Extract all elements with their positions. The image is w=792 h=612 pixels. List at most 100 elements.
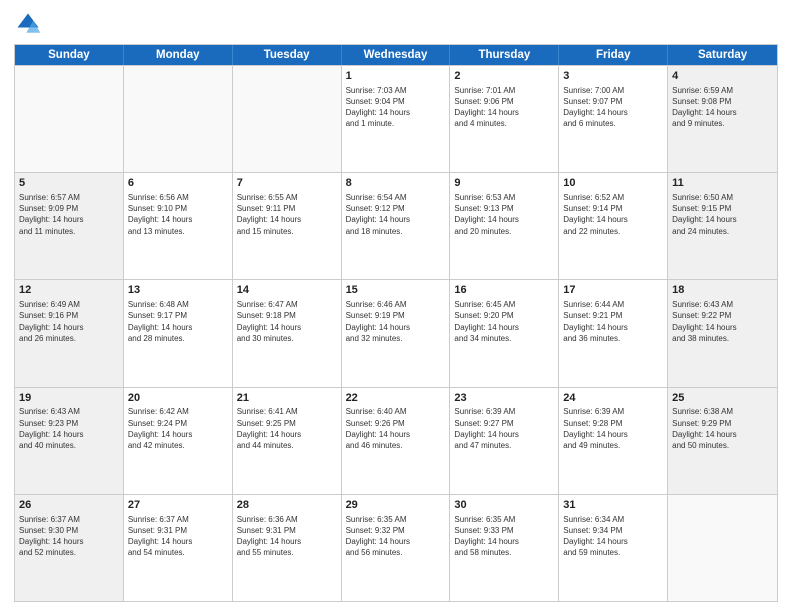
header-day-friday: Friday <box>559 45 668 65</box>
calendar: SundayMondayTuesdayWednesdayThursdayFrid… <box>14 44 778 602</box>
day-cell-27: 27Sunrise: 6:37 AM Sunset: 9:31 PM Dayli… <box>124 495 233 601</box>
day-number: 31 <box>563 498 663 513</box>
day-info: Sunrise: 6:54 AM Sunset: 9:12 PM Dayligh… <box>346 192 446 237</box>
day-number: 14 <box>237 283 337 298</box>
day-cell-2: 2Sunrise: 7:01 AM Sunset: 9:06 PM Daylig… <box>450 66 559 172</box>
day-info: Sunrise: 6:40 AM Sunset: 9:26 PM Dayligh… <box>346 406 446 451</box>
day-info: Sunrise: 6:52 AM Sunset: 9:14 PM Dayligh… <box>563 192 663 237</box>
day-number: 12 <box>19 283 119 298</box>
day-info: Sunrise: 6:46 AM Sunset: 9:19 PM Dayligh… <box>346 299 446 344</box>
header-day-monday: Monday <box>124 45 233 65</box>
day-number: 20 <box>128 391 228 406</box>
header-day-saturday: Saturday <box>668 45 777 65</box>
day-cell-25: 25Sunrise: 6:38 AM Sunset: 9:29 PM Dayli… <box>668 388 777 494</box>
day-number: 13 <box>128 283 228 298</box>
header-day-sunday: Sunday <box>15 45 124 65</box>
day-info: Sunrise: 6:44 AM Sunset: 9:21 PM Dayligh… <box>563 299 663 344</box>
day-number: 3 <box>563 69 663 84</box>
day-number: 24 <box>563 391 663 406</box>
day-info: Sunrise: 6:37 AM Sunset: 9:30 PM Dayligh… <box>19 514 119 559</box>
day-cell-29: 29Sunrise: 6:35 AM Sunset: 9:32 PM Dayli… <box>342 495 451 601</box>
day-info: Sunrise: 6:57 AM Sunset: 9:09 PM Dayligh… <box>19 192 119 237</box>
day-info: Sunrise: 6:42 AM Sunset: 9:24 PM Dayligh… <box>128 406 228 451</box>
day-cell-17: 17Sunrise: 6:44 AM Sunset: 9:21 PM Dayli… <box>559 280 668 386</box>
day-info: Sunrise: 6:35 AM Sunset: 9:32 PM Dayligh… <box>346 514 446 559</box>
day-number: 22 <box>346 391 446 406</box>
calendar-body: 1Sunrise: 7:03 AM Sunset: 9:04 PM Daylig… <box>15 65 777 601</box>
day-cell-9: 9Sunrise: 6:53 AM Sunset: 9:13 PM Daylig… <box>450 173 559 279</box>
day-cell-10: 10Sunrise: 6:52 AM Sunset: 9:14 PM Dayli… <box>559 173 668 279</box>
day-info: Sunrise: 6:55 AM Sunset: 9:11 PM Dayligh… <box>237 192 337 237</box>
day-cell-14: 14Sunrise: 6:47 AM Sunset: 9:18 PM Dayli… <box>233 280 342 386</box>
day-cell-1: 1Sunrise: 7:03 AM Sunset: 9:04 PM Daylig… <box>342 66 451 172</box>
day-info: Sunrise: 7:01 AM Sunset: 9:06 PM Dayligh… <box>454 85 554 130</box>
day-cell-16: 16Sunrise: 6:45 AM Sunset: 9:20 PM Dayli… <box>450 280 559 386</box>
empty-cell <box>668 495 777 601</box>
day-cell-28: 28Sunrise: 6:36 AM Sunset: 9:31 PM Dayli… <box>233 495 342 601</box>
day-info: Sunrise: 6:37 AM Sunset: 9:31 PM Dayligh… <box>128 514 228 559</box>
day-number: 23 <box>454 391 554 406</box>
day-info: Sunrise: 7:00 AM Sunset: 9:07 PM Dayligh… <box>563 85 663 130</box>
day-number: 15 <box>346 283 446 298</box>
empty-cell <box>124 66 233 172</box>
logo-icon <box>14 10 42 38</box>
day-number: 17 <box>563 283 663 298</box>
day-number: 1 <box>346 69 446 84</box>
day-cell-18: 18Sunrise: 6:43 AM Sunset: 9:22 PM Dayli… <box>668 280 777 386</box>
day-number: 5 <box>19 176 119 191</box>
day-info: Sunrise: 6:43 AM Sunset: 9:23 PM Dayligh… <box>19 406 119 451</box>
day-cell-20: 20Sunrise: 6:42 AM Sunset: 9:24 PM Dayli… <box>124 388 233 494</box>
day-info: Sunrise: 6:41 AM Sunset: 9:25 PM Dayligh… <box>237 406 337 451</box>
header-day-wednesday: Wednesday <box>342 45 451 65</box>
day-info: Sunrise: 6:43 AM Sunset: 9:22 PM Dayligh… <box>672 299 773 344</box>
day-number: 29 <box>346 498 446 513</box>
day-number: 16 <box>454 283 554 298</box>
day-info: Sunrise: 7:03 AM Sunset: 9:04 PM Dayligh… <box>346 85 446 130</box>
day-cell-15: 15Sunrise: 6:46 AM Sunset: 9:19 PM Dayli… <box>342 280 451 386</box>
day-info: Sunrise: 6:39 AM Sunset: 9:27 PM Dayligh… <box>454 406 554 451</box>
day-info: Sunrise: 6:56 AM Sunset: 9:10 PM Dayligh… <box>128 192 228 237</box>
empty-cell <box>15 66 124 172</box>
day-number: 9 <box>454 176 554 191</box>
day-cell-30: 30Sunrise: 6:35 AM Sunset: 9:33 PM Dayli… <box>450 495 559 601</box>
day-number: 25 <box>672 391 773 406</box>
day-number: 18 <box>672 283 773 298</box>
day-cell-11: 11Sunrise: 6:50 AM Sunset: 9:15 PM Dayli… <box>668 173 777 279</box>
day-number: 26 <box>19 498 119 513</box>
day-cell-22: 22Sunrise: 6:40 AM Sunset: 9:26 PM Dayli… <box>342 388 451 494</box>
week-row-2: 5Sunrise: 6:57 AM Sunset: 9:09 PM Daylig… <box>15 172 777 279</box>
day-info: Sunrise: 6:34 AM Sunset: 9:34 PM Dayligh… <box>563 514 663 559</box>
day-cell-13: 13Sunrise: 6:48 AM Sunset: 9:17 PM Dayli… <box>124 280 233 386</box>
day-info: Sunrise: 6:38 AM Sunset: 9:29 PM Dayligh… <box>672 406 773 451</box>
day-number: 30 <box>454 498 554 513</box>
day-number: 21 <box>237 391 337 406</box>
day-cell-3: 3Sunrise: 7:00 AM Sunset: 9:07 PM Daylig… <box>559 66 668 172</box>
day-number: 8 <box>346 176 446 191</box>
day-cell-26: 26Sunrise: 6:37 AM Sunset: 9:30 PM Dayli… <box>15 495 124 601</box>
day-cell-6: 6Sunrise: 6:56 AM Sunset: 9:10 PM Daylig… <box>124 173 233 279</box>
page: SundayMondayTuesdayWednesdayThursdayFrid… <box>0 0 792 612</box>
day-number: 2 <box>454 69 554 84</box>
day-number: 4 <box>672 69 773 84</box>
calendar-header: SundayMondayTuesdayWednesdayThursdayFrid… <box>15 45 777 65</box>
header-day-thursday: Thursday <box>450 45 559 65</box>
day-cell-7: 7Sunrise: 6:55 AM Sunset: 9:11 PM Daylig… <box>233 173 342 279</box>
header <box>14 10 778 38</box>
logo <box>14 10 46 38</box>
day-number: 19 <box>19 391 119 406</box>
day-info: Sunrise: 6:49 AM Sunset: 9:16 PM Dayligh… <box>19 299 119 344</box>
day-info: Sunrise: 6:35 AM Sunset: 9:33 PM Dayligh… <box>454 514 554 559</box>
empty-cell <box>233 66 342 172</box>
day-number: 6 <box>128 176 228 191</box>
day-number: 11 <box>672 176 773 191</box>
week-row-1: 1Sunrise: 7:03 AM Sunset: 9:04 PM Daylig… <box>15 65 777 172</box>
day-info: Sunrise: 6:53 AM Sunset: 9:13 PM Dayligh… <box>454 192 554 237</box>
day-info: Sunrise: 6:50 AM Sunset: 9:15 PM Dayligh… <box>672 192 773 237</box>
day-cell-24: 24Sunrise: 6:39 AM Sunset: 9:28 PM Dayli… <box>559 388 668 494</box>
week-row-3: 12Sunrise: 6:49 AM Sunset: 9:16 PM Dayli… <box>15 279 777 386</box>
day-cell-31: 31Sunrise: 6:34 AM Sunset: 9:34 PM Dayli… <box>559 495 668 601</box>
day-number: 10 <box>563 176 663 191</box>
day-cell-12: 12Sunrise: 6:49 AM Sunset: 9:16 PM Dayli… <box>15 280 124 386</box>
day-info: Sunrise: 6:47 AM Sunset: 9:18 PM Dayligh… <box>237 299 337 344</box>
day-cell-21: 21Sunrise: 6:41 AM Sunset: 9:25 PM Dayli… <box>233 388 342 494</box>
